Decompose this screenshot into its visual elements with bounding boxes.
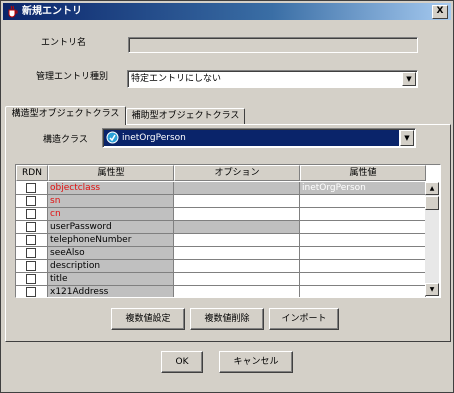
chevron-down-icon[interactable]: ▼: [400, 130, 414, 146]
option-cell[interactable]: [174, 234, 300, 247]
attribute-value-cell[interactable]: inetOrgPerson: [300, 182, 426, 195]
rdn-cell: [16, 286, 48, 297]
multi-value-set-button[interactable]: 複数値設定: [111, 308, 185, 330]
table-row[interactable]: seeAlso: [16, 247, 426, 260]
entry-name-field[interactable]: [128, 37, 418, 53]
rdn-checkbox[interactable]: [26, 222, 36, 232]
rdn-cell: [16, 260, 48, 273]
attribute-type-cell: x121Address: [48, 286, 174, 297]
multi-value-delete-button[interactable]: 複数値削除: [190, 308, 264, 330]
table-row[interactable]: x121Address: [16, 286, 426, 297]
dialog-window: 新規エントリ X エントリ名 管理エントリ種別 特定エントリにしない ▼ 構造型…: [0, 0, 454, 393]
rdn-cell: [16, 234, 48, 247]
option-cell[interactable]: [174, 221, 300, 234]
entry-name-label: エントリ名: [41, 38, 87, 48]
attribute-value-cell[interactable]: [300, 208, 426, 221]
option-cell[interactable]: [174, 208, 300, 221]
mgmt-type-label: 管理エントリ種別: [36, 72, 109, 82]
table-row[interactable]: description: [16, 260, 426, 273]
struct-class-select[interactable]: inetOrgPerson ▼: [102, 128, 416, 148]
chevron-down-icon[interactable]: ▼: [402, 72, 416, 86]
table-row[interactable]: cn: [16, 208, 426, 221]
attribute-type-cell: title: [48, 273, 174, 286]
attribute-value-cell[interactable]: [300, 234, 426, 247]
rdn-checkbox[interactable]: [26, 287, 36, 297]
object-class-icon: [106, 131, 119, 144]
cancel-button[interactable]: キャンセル: [219, 351, 293, 373]
rdn-cell: [16, 195, 48, 208]
option-cell[interactable]: [174, 273, 300, 286]
attribute-value-cell[interactable]: [300, 247, 426, 260]
attribute-value-cell[interactable]: [300, 221, 426, 234]
attribute-value-cell[interactable]: [300, 260, 426, 273]
column-header-option[interactable]: オプション: [174, 165, 300, 181]
title-bar[interactable]: 新規エントリ X: [3, 3, 451, 20]
attribute-type-cell: telephoneNumber: [48, 234, 174, 247]
rdn-checkbox[interactable]: [26, 261, 36, 271]
table-row[interactable]: title: [16, 273, 426, 286]
attribute-value-cell[interactable]: [300, 286, 426, 297]
option-cell[interactable]: [174, 182, 300, 195]
rdn-checkbox[interactable]: [26, 248, 36, 258]
struct-class-label: 構造クラス: [43, 135, 88, 145]
struct-class-value: inetOrgPerson: [122, 133, 186, 143]
attribute-value-cell[interactable]: [300, 195, 426, 208]
rdn-cell: [16, 273, 48, 286]
option-cell[interactable]: [174, 247, 300, 260]
scroll-thumb[interactable]: [425, 196, 439, 210]
mgmt-type-select[interactable]: 特定エントリにしない ▼: [127, 70, 418, 88]
ok-button[interactable]: OK: [161, 351, 203, 373]
java-cup-icon: [8, 5, 18, 18]
column-header-attribute-type[interactable]: 属性型: [48, 165, 174, 181]
scroll-up-icon[interactable]: ▲: [425, 182, 439, 195]
rdn-checkbox[interactable]: [26, 235, 36, 245]
attribute-value-cell[interactable]: [300, 273, 426, 286]
scroll-down-icon[interactable]: ▼: [425, 283, 439, 296]
rdn-cell: [16, 208, 48, 221]
rdn-cell: [16, 221, 48, 234]
attribute-type-cell: objectclass: [48, 182, 174, 195]
table-row[interactable]: telephoneNumber: [16, 234, 426, 247]
rdn-checkbox[interactable]: [26, 274, 36, 284]
option-cell[interactable]: [174, 260, 300, 273]
tab-structural-class[interactable]: 構造型オブジェクトクラス: [5, 106, 126, 125]
vertical-scrollbar[interactable]: ▲ ▼: [425, 182, 439, 296]
option-cell[interactable]: [174, 195, 300, 208]
attribute-type-cell: description: [48, 260, 174, 273]
table-row[interactable]: objectclass inetOrgPerson: [16, 182, 426, 195]
import-button[interactable]: インポート: [269, 308, 339, 330]
table-row[interactable]: userPassword: [16, 221, 426, 234]
close-button[interactable]: X: [432, 5, 448, 19]
option-cell[interactable]: [174, 286, 300, 297]
attribute-type-cell: userPassword: [48, 221, 174, 234]
tab-auxiliary-class[interactable]: 補助型オブジェクトクラス: [126, 108, 245, 124]
column-header-attribute-value[interactable]: 属性値: [300, 165, 426, 181]
attribute-type-cell: cn: [48, 208, 174, 221]
window-title: 新規エントリ: [22, 6, 82, 17]
rdn-checkbox[interactable]: [26, 183, 36, 193]
rdn-checkbox[interactable]: [26, 209, 36, 219]
mgmt-type-value: 特定エントリにしない: [131, 74, 222, 84]
attribute-table: RDN 属性型 オプション 属性値 objectclass inetOrgPers…: [15, 164, 441, 298]
rdn-checkbox[interactable]: [26, 196, 36, 206]
column-header-rdn[interactable]: RDN: [16, 165, 48, 181]
attribute-type-cell: sn: [48, 195, 174, 208]
table-row[interactable]: sn: [16, 195, 426, 208]
rdn-cell: [16, 247, 48, 260]
attribute-type-cell: seeAlso: [48, 247, 174, 260]
rdn-cell: [16, 182, 48, 195]
